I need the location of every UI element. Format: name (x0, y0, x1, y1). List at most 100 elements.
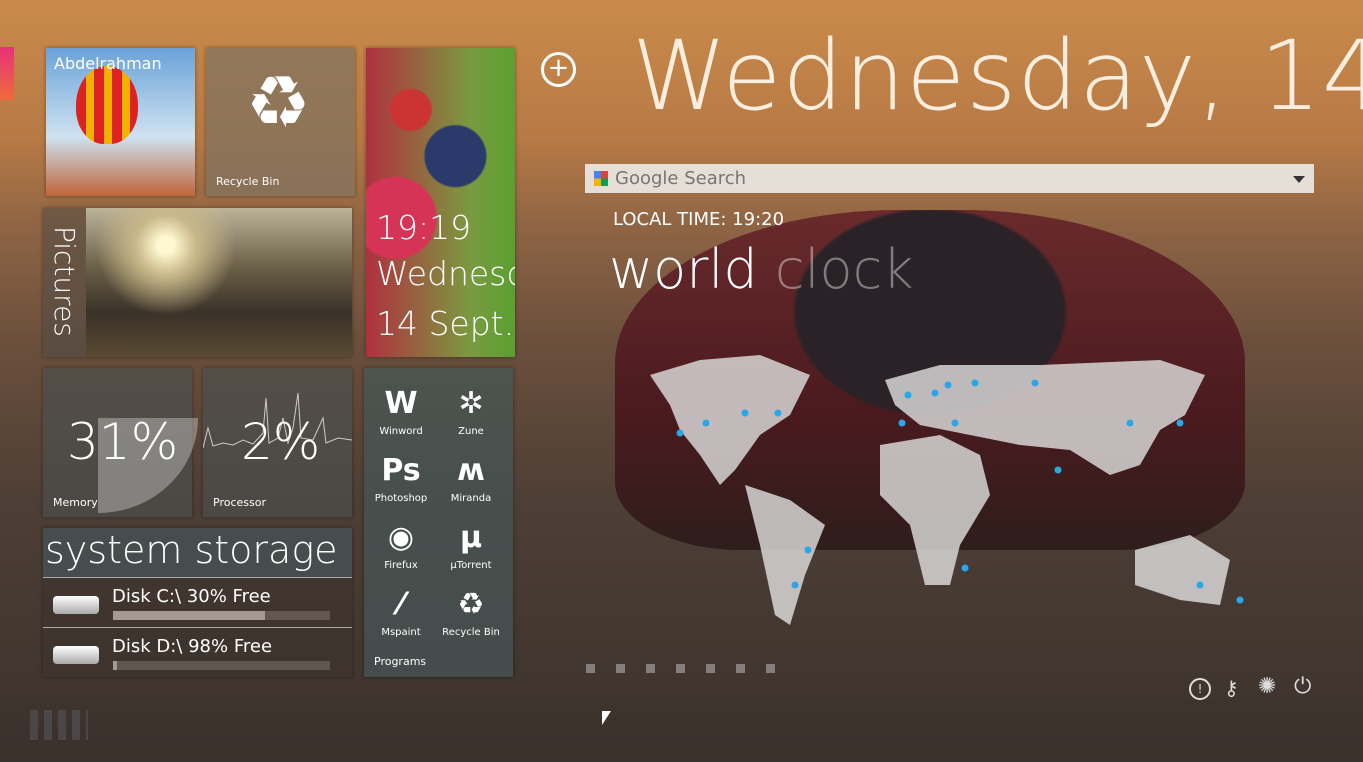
zune-icon: ✲ (458, 386, 484, 421)
add-button[interactable]: + (541, 52, 576, 87)
disk-d-row[interactable]: Disk D:\ 98% Free (43, 628, 352, 677)
clock-day: Wednesday (376, 254, 515, 293)
australia (1135, 535, 1230, 605)
program-label: Winword (379, 426, 423, 437)
photoshop-icon: Ps (381, 453, 421, 488)
recycle-bin-tile[interactable]: ♻ Recycle Bin (206, 48, 355, 196)
settings-icon[interactable]: ✺ (1258, 674, 1276, 699)
page-dot[interactable] (736, 664, 745, 673)
world-clock-title: world clock (609, 238, 914, 301)
city-dot[interactable] (951, 419, 959, 427)
processor-tile[interactable]: 2% Processor (203, 368, 352, 517)
mouse-cursor-icon (602, 711, 611, 725)
program-miranda[interactable]: ʍ Miranda (436, 449, 506, 504)
city-dot[interactable] (931, 389, 939, 397)
page-dot[interactable] (706, 664, 715, 673)
program-label: Photoshop (374, 493, 428, 504)
programs-title: Programs (374, 655, 427, 668)
page-dot[interactable] (586, 664, 595, 673)
program-label: Zune (458, 426, 484, 437)
program-zune[interactable]: ✲ Zune (436, 382, 506, 437)
program-label: Mspaint (381, 627, 421, 638)
program-recyclebin[interactable]: ♻ Recycle Bin (436, 583, 506, 638)
city-dot[interactable] (1236, 596, 1244, 604)
city-dot[interactable] (971, 379, 979, 387)
city-dot[interactable] (1176, 419, 1184, 427)
world-map (650, 355, 1244, 625)
dropdown-arrow-icon[interactable] (1293, 176, 1305, 183)
recycle-bin-label: Recycle Bin (216, 175, 280, 188)
program-photoshop[interactable]: Ps Photoshop (366, 449, 436, 504)
key-icon[interactable]: ⚷ (1224, 676, 1239, 700)
disk-c-label: Disk C:\ 30% Free (112, 586, 271, 607)
search-input[interactable] (615, 167, 1265, 190)
drive-icon (53, 646, 99, 664)
city-dot[interactable] (702, 419, 710, 427)
recycle-bin-icon: ♻ (246, 60, 311, 144)
memory-value: 31% (67, 413, 179, 471)
disk-d-bar (113, 661, 330, 670)
disk-c-row[interactable]: Disk C:\ 30% Free (43, 578, 352, 628)
info-icon[interactable]: ! (1189, 678, 1211, 700)
program-mspaint[interactable]: ⁄ Mspaint (366, 583, 436, 638)
pictures-tile[interactable]: Pictures (43, 208, 352, 357)
pictures-label: Pictures (48, 226, 81, 337)
storage-title: system storage (45, 528, 338, 572)
city-dot[interactable] (1031, 379, 1039, 387)
program-winword[interactable]: W Winword (366, 382, 436, 437)
drive-icon (53, 596, 99, 614)
city-dot[interactable] (1054, 466, 1062, 474)
power-icon[interactable]: ⏻ (1294, 674, 1311, 699)
google-search-bar[interactable] (585, 164, 1314, 193)
launcher-icon[interactable] (30, 710, 88, 740)
city-dot[interactable] (791, 581, 799, 589)
page-dot[interactable] (766, 664, 775, 673)
page-dot[interactable] (676, 664, 685, 673)
processor-value: 2% (241, 413, 321, 471)
user-tile[interactable]: Abdelrahman (46, 48, 195, 196)
city-dot[interactable] (904, 391, 912, 399)
clock-tile[interactable]: 19:19 Wednesday 14 Sept. (366, 48, 515, 357)
disk-d-label: Disk D:\ 98% Free (112, 636, 273, 657)
word-icon: W (384, 386, 418, 421)
program-label: Firefux (384, 560, 418, 571)
storage-header: system storage (43, 528, 352, 578)
city-dot[interactable] (944, 381, 952, 389)
city-dot[interactable] (1126, 419, 1134, 427)
city-dot[interactable] (804, 546, 812, 554)
disk-c-bar (113, 611, 330, 620)
mspaint-icon: ⁄ (398, 587, 404, 622)
firefox-icon: ◉ (387, 520, 415, 555)
programs-tile: W Winword ✲ Zune Ps Photoshop ʍ Miranda ◉ Firefux… (364, 368, 513, 677)
program-torrent[interactable]: µ µTorrent (436, 516, 506, 571)
program-firefux[interactable]: ◉ Firefux (366, 516, 436, 571)
date-header: Wednesday, 14 (632, 20, 1363, 132)
page-dot[interactable] (646, 664, 655, 673)
clock-time: 19:19 (376, 208, 472, 247)
clock-date: 14 Sept. (376, 304, 515, 343)
system-storage-tile: system storage Disk C:\ 30% Free Disk D:… (43, 528, 352, 677)
world-clock-title-a: world (609, 238, 758, 301)
south-america (745, 485, 825, 625)
city-dot[interactable] (676, 429, 684, 437)
city-dot[interactable] (774, 409, 782, 417)
city-dot[interactable] (961, 564, 969, 572)
world-clock-title-b: clock (774, 238, 914, 301)
program-label: µTorrent (450, 560, 492, 571)
city-dot[interactable] (741, 409, 749, 417)
program-label: Miranda (450, 493, 492, 504)
pictures-image (86, 208, 352, 357)
local-time: LOCAL TIME: 19:20 (613, 209, 785, 230)
accent-bar (0, 47, 14, 100)
google-icon (594, 171, 608, 186)
memory-tile[interactable]: 31% Memory (43, 368, 198, 517)
program-label: Recycle Bin (442, 627, 500, 638)
page-dot[interactable] (616, 664, 625, 673)
user-name: Abdelrahman (54, 54, 162, 73)
utorrent-icon: µ (459, 520, 483, 555)
city-dot[interactable] (1196, 581, 1204, 589)
memory-label: Memory (53, 496, 98, 509)
balloon-image (76, 66, 138, 144)
city-dot[interactable] (898, 419, 906, 427)
recycle-icon: ♻ (457, 587, 485, 622)
